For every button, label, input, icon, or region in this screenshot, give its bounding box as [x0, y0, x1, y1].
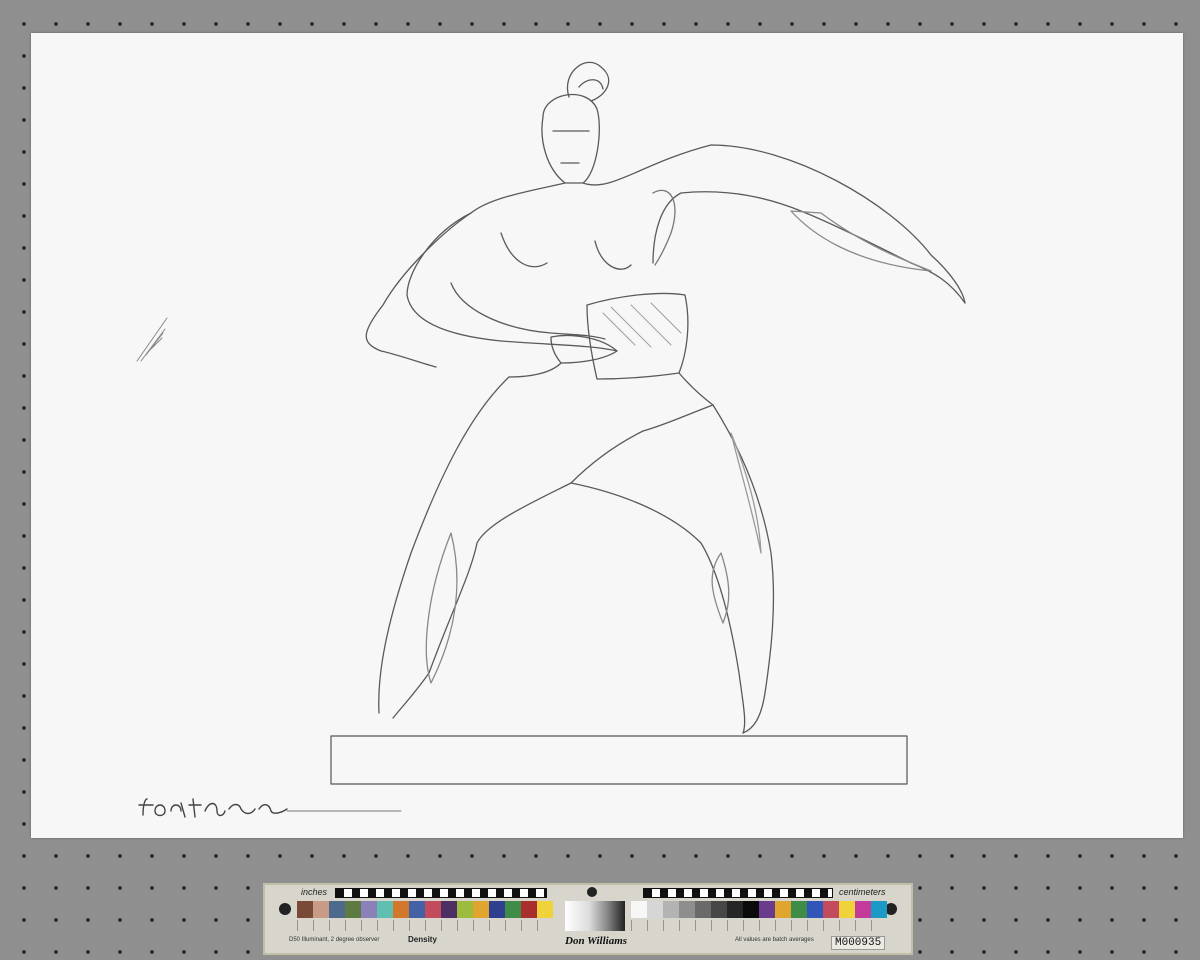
pencil-sketch: [136, 61, 966, 818]
color-swatch: [791, 901, 807, 918]
color-swatch: [489, 901, 505, 918]
color-swatch: [695, 901, 711, 918]
color-swatch: [361, 901, 377, 918]
color-swatch: [775, 901, 791, 918]
color-swatch: [329, 901, 345, 918]
brand-logo: Don Williams: [565, 935, 628, 947]
torso-left-outline: [365, 182, 566, 368]
torso-right-outline: [582, 144, 966, 304]
color-swatch: [871, 901, 887, 918]
color-swatches-right: [631, 901, 887, 918]
held-object: [586, 292, 689, 380]
chest-right: [594, 240, 632, 270]
left-arm-inner: [450, 282, 606, 340]
color-swatch: [743, 901, 759, 918]
color-swatch: [759, 901, 775, 918]
signature-mark: [138, 798, 402, 818]
right-leg-inner: [570, 482, 746, 734]
target-hole-left: [279, 903, 291, 915]
cm-ruler: [643, 888, 833, 898]
hair-bun: [566, 61, 610, 102]
color-swatch: [537, 901, 553, 918]
color-swatch: [679, 901, 695, 918]
head: [541, 93, 600, 184]
illuminant-caption: D50 Illuminant, 2 degree observer: [289, 937, 380, 943]
color-swatch: [521, 901, 537, 918]
color-swatch: [457, 901, 473, 918]
held-object-shade: [602, 302, 682, 348]
color-swatch: [727, 901, 743, 918]
color-swatch: [393, 901, 409, 918]
color-swatch: [505, 901, 521, 918]
color-swatch: [631, 901, 647, 918]
color-swatch: [663, 901, 679, 918]
swatch-values-right: [631, 920, 887, 931]
swatch-values-left: [297, 920, 553, 931]
left-leg-outer: [378, 376, 510, 714]
left-leg-inner: [392, 430, 644, 719]
color-swatch: [377, 901, 393, 918]
right-leg-shadow-outer: [730, 432, 762, 554]
gray-scale-strip: [565, 901, 625, 931]
batch-note: All values are batch averages: [735, 937, 814, 943]
color-swatch: [823, 901, 839, 918]
color-swatch: [409, 901, 425, 918]
color-swatch: [425, 901, 441, 918]
armpit-shadow-right: [652, 189, 676, 266]
left-arm-outer: [406, 212, 618, 352]
inch-ruler: [335, 888, 547, 898]
color-swatch: [839, 901, 855, 918]
density-label: Density: [408, 935, 437, 944]
serial-number: M000935: [831, 936, 886, 950]
chest-left: [500, 232, 548, 268]
color-swatch: [647, 901, 663, 918]
hair-bun-detail: [578, 79, 604, 90]
hip-left: [508, 362, 562, 378]
color-swatch: [711, 901, 727, 918]
color-calibration-target: inches centimeters D50 Illuminant, 2 deg…: [263, 883, 913, 955]
target-hole-center: [587, 887, 597, 897]
color-swatch: [473, 901, 489, 918]
arm-shadow-right: [790, 210, 932, 272]
color-swatch: [441, 901, 457, 918]
left-leg-shadow: [425, 532, 458, 684]
centimeters-label: centimeters: [839, 887, 886, 897]
color-swatch: [807, 901, 823, 918]
paper-sheet: [31, 33, 1183, 838]
right-leg-outer: [712, 404, 775, 734]
inches-label: inches: [301, 887, 328, 897]
color-swatch: [313, 901, 329, 918]
plinth: [330, 735, 908, 785]
stray-hatch-marks: [136, 317, 168, 362]
hip-right: [642, 372, 714, 432]
color-swatch: [855, 901, 871, 918]
right-arm-underside: [652, 191, 966, 304]
color-swatch: [297, 901, 313, 918]
color-swatches-left: [297, 901, 553, 918]
color-swatch: [345, 901, 361, 918]
